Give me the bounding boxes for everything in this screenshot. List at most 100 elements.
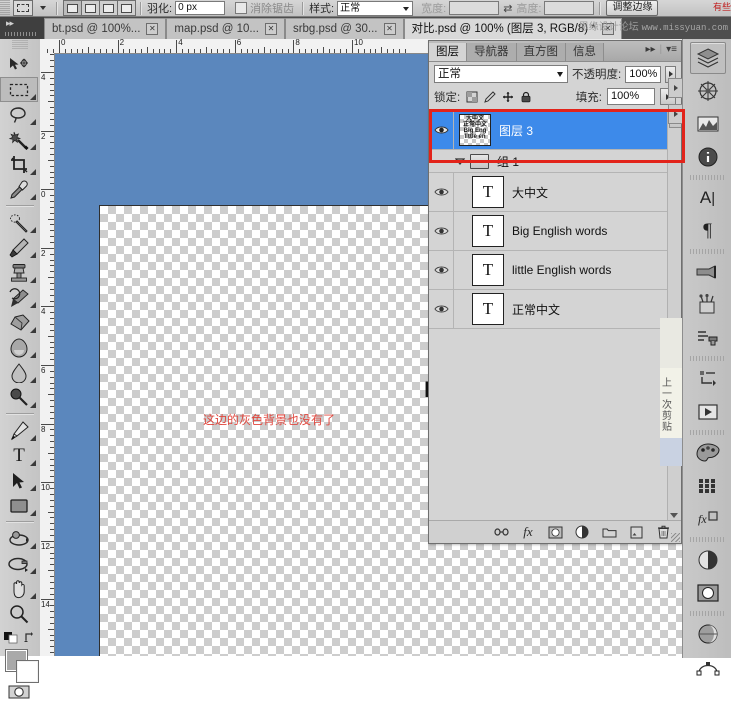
path-selection-tool[interactable] — [0, 468, 38, 493]
delete-layer-icon[interactable] — [655, 524, 671, 540]
layer-visibility-cell[interactable] — [429, 290, 454, 328]
eyedropper-tool[interactable] — [0, 177, 38, 202]
chevron-down-icon[interactable] — [40, 6, 46, 10]
eye-icon[interactable] — [433, 265, 449, 275]
layer-name[interactable]: little English words — [512, 263, 611, 277]
masks-icon[interactable] — [690, 577, 726, 609]
scroll-down-arrow-icon[interactable] — [670, 513, 678, 518]
document-tab-map[interactable]: map.psd @ 10... ✕ — [166, 18, 285, 39]
swatches-icon[interactable] — [690, 470, 726, 502]
layer-name[interactable]: 正常中文 — [512, 301, 560, 318]
layer-thumbnail[interactable]: T — [472, 215, 504, 247]
new-selection-button[interactable] — [63, 0, 82, 16]
close-icon[interactable]: ✕ — [383, 23, 396, 35]
layer-row-big-english-words[interactable]: T Big English words — [429, 212, 681, 251]
layer-list[interactable]: 大中文 正常中文 Big Eng little en 图层 3 组 1 T 大中文 — [429, 110, 681, 520]
add-to-selection-button[interactable] — [81, 0, 100, 16]
rectangle-shape-tool[interactable] — [0, 493, 38, 518]
opacity-input[interactable]: 100% — [625, 65, 662, 83]
magic-wand-tool[interactable] — [0, 127, 38, 152]
tab-info[interactable]: 信息 — [566, 43, 604, 61]
new-layer-icon[interactable] — [628, 524, 644, 540]
close-icon[interactable]: ✕ — [264, 23, 277, 35]
tab-histogram[interactable]: 直方图 — [516, 43, 566, 61]
rectangular-marquee-tool[interactable] — [0, 77, 38, 102]
refine-edge-button[interactable]: 调整边缘 — [606, 0, 659, 16]
eye-icon[interactable] — [433, 304, 449, 314]
layer-row-da-zhongwen[interactable]: T 大中文 — [429, 173, 681, 212]
background-color-swatch[interactable] — [17, 661, 38, 682]
brushes-icon[interactable] — [690, 256, 726, 288]
character-icon[interactable]: A| — [690, 182, 726, 214]
actions-icon[interactable] — [690, 396, 726, 428]
layer-name[interactable]: 大中文 — [512, 184, 548, 201]
histogram-icon[interactable] — [690, 108, 726, 140]
blur-tool[interactable] — [0, 360, 38, 385]
lock-image-pixels-icon[interactable] — [483, 90, 496, 103]
antialias-checkbox[interactable] — [235, 2, 248, 14]
tabbar-grip[interactable]: ▸▸ — [0, 17, 44, 39]
tab-navigator[interactable]: 导航器 — [467, 43, 517, 61]
tools-panel-grip[interactable] — [12, 40, 28, 50]
intersect-selection-button[interactable] — [117, 0, 136, 16]
style-select[interactable]: 正常 — [337, 0, 414, 16]
layer-visibility-cell[interactable] — [429, 111, 454, 149]
document-tab-bt[interactable]: bt.psd @ 100%... ✕ — [44, 18, 167, 39]
color-icon[interactable] — [690, 437, 726, 469]
layer-name[interactable]: Big English words — [512, 224, 607, 238]
history-icon[interactable] — [690, 363, 726, 395]
layer-row-zhengchang-zhongwen[interactable]: T 正常中文 — [429, 290, 681, 329]
blend-mode-select[interactable]: 正常 — [434, 65, 568, 83]
chevron-down-icon[interactable] — [453, 150, 467, 172]
pen-tool[interactable] — [0, 418, 38, 443]
adjustments-icon[interactable] — [690, 544, 726, 576]
tab-layers[interactable]: 图层 — [429, 43, 467, 61]
layer-visibility-cell[interactable] — [429, 212, 454, 250]
crop-tool[interactable] — [0, 152, 38, 177]
eye-icon[interactable] — [433, 187, 449, 197]
layer-thumbnail[interactable]: 大中文 正常中文 Big Eng little en — [459, 114, 491, 146]
3d-icon[interactable] — [690, 618, 726, 650]
document-tab-srbg[interactable]: srbg.psd @ 30... ✕ — [284, 18, 404, 39]
navigator-icon[interactable] — [690, 75, 726, 107]
default-colors-icon[interactable] — [4, 630, 18, 644]
tool-presets-icon[interactable] — [690, 289, 726, 321]
3d-rotate-tool[interactable] — [0, 526, 38, 551]
panel-resize-handle[interactable] — [671, 533, 680, 542]
styles-icon[interactable]: fx — [690, 503, 726, 535]
panel-options-menu-icon[interactable]: ▾≡ — [666, 44, 677, 55]
eye-icon[interactable] — [433, 125, 449, 135]
subtract-from-selection-button[interactable] — [99, 0, 118, 16]
new-group-icon[interactable] — [601, 524, 617, 540]
gradient-tool[interactable] — [0, 335, 38, 360]
layer-row-group-1[interactable]: 组 1 — [429, 150, 681, 173]
clone-stamp-tool[interactable] — [0, 260, 38, 285]
layer-name[interactable]: 图层 3 — [499, 122, 533, 139]
eye-icon[interactable] — [433, 226, 449, 236]
new-adjustment-layer-icon[interactable] — [574, 524, 590, 540]
vertical-ruler[interactable]: 4 2 0 2 4 6 8 10 12 14 — [40, 53, 55, 656]
eraser-tool[interactable] — [0, 310, 38, 335]
clone-source-icon[interactable] — [690, 322, 726, 354]
lock-transparent-pixels-icon[interactable] — [465, 90, 478, 103]
layer-visibility-cell[interactable] — [429, 173, 454, 211]
lasso-tool[interactable] — [0, 102, 38, 127]
layer-name[interactable]: 组 1 — [497, 153, 519, 170]
close-icon[interactable]: ✕ — [146, 23, 159, 35]
hand-tool[interactable] — [0, 576, 38, 601]
add-layer-mask-icon[interactable] — [547, 524, 563, 540]
link-layers-icon[interactable] — [493, 524, 509, 540]
history-brush-tool[interactable] — [0, 285, 38, 310]
options-bar-grip[interactable] — [0, 0, 10, 16]
move-tool[interactable] — [0, 52, 38, 77]
fill-input[interactable]: 100% — [607, 88, 655, 105]
rectangular-marquee-icon[interactable] — [13, 0, 33, 16]
brush-tool[interactable] — [0, 235, 38, 260]
swap-colors-icon[interactable] — [24, 631, 36, 643]
dodge-tool[interactable] — [0, 385, 38, 410]
layer-thumbnail[interactable]: T — [472, 254, 504, 286]
feather-input[interactable]: 0 px — [175, 1, 226, 15]
paragraph-icon[interactable]: ¶ — [690, 215, 726, 247]
layers-icon[interactable] — [689, 42, 726, 74]
height-input[interactable] — [544, 1, 595, 15]
